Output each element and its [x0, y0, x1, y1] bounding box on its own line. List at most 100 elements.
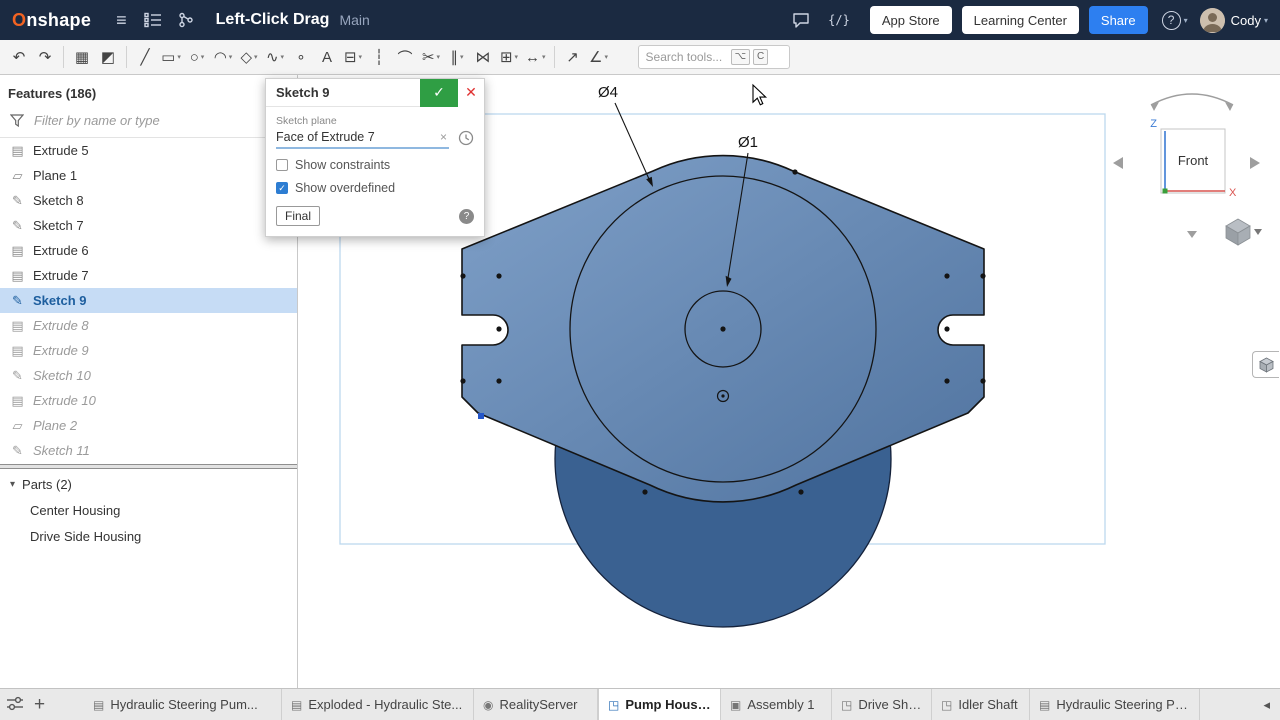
feature-item-extrude-5[interactable]: ▤Extrude 5: [0, 138, 297, 163]
parts-flyout-button[interactable]: [1252, 351, 1279, 378]
learning-center-button[interactable]: Learning Center: [962, 6, 1079, 34]
arc-tool-button[interactable]: ◠▾: [210, 44, 236, 71]
commit-button[interactable]: ✓: [420, 79, 458, 107]
feature-item-sketch-9-selected[interactable]: ✎Sketch 9: [0, 288, 297, 313]
sketch-dialog-header[interactable]: Sketch 9 ✓ ✕: [266, 79, 484, 107]
help-icon[interactable]: ?: [1162, 11, 1181, 30]
chevron-down-icon[interactable]: ▾: [437, 53, 441, 61]
sketch-plane-field[interactable]: Face of Extrude 7 ×: [276, 130, 449, 149]
selected-vertex[interactable]: [478, 413, 484, 419]
chevron-down-icon[interactable]: ▾: [604, 53, 608, 61]
user-name[interactable]: Cody: [1231, 13, 1261, 28]
view-cube[interactable]: Front Z X: [1099, 79, 1274, 249]
part-item-center-housing[interactable]: Center Housing: [0, 497, 297, 523]
clear-selection-icon[interactable]: ×: [438, 130, 449, 144]
comments-icon[interactable]: [792, 12, 810, 28]
versions-icon[interactable]: [178, 12, 194, 28]
fillet-tool-button[interactable]: ⌒: [392, 44, 418, 71]
tab-pump-housing-active[interactable]: ◳Pump Housing: [598, 689, 721, 720]
line-tool-button[interactable]: ╱: [132, 44, 158, 71]
chevron-down-icon[interactable]: ▾: [281, 53, 285, 61]
tab-scroll-left-button[interactable]: ◂: [1253, 689, 1280, 720]
trim-tool-button[interactable]: ✂▾: [418, 44, 444, 71]
feature-item-plane-2[interactable]: ▱Plane 2: [0, 413, 297, 438]
boolean-tool-button[interactable]: ◩: [95, 44, 121, 71]
rotate-view-right-icon[interactable]: [1250, 157, 1260, 169]
offset-tool-button[interactable]: ∥▾: [444, 44, 470, 71]
spline-tool-button[interactable]: ∿▾: [262, 44, 288, 71]
circle-tool-button[interactable]: ○▾: [184, 44, 210, 71]
text-tool-button[interactable]: A: [314, 44, 340, 71]
final-button[interactable]: Final: [276, 206, 320, 226]
feature-item-sketch-7[interactable]: ✎Sketch 7: [0, 213, 297, 238]
feature-item-extrude-10[interactable]: ▤Extrude 10: [0, 388, 297, 413]
feature-item-sketch-11[interactable]: ✎Sketch 11: [0, 438, 297, 463]
app-store-button[interactable]: App Store: [870, 6, 952, 34]
show-overdefined-row[interactable]: ✓ Show overdefined: [276, 181, 474, 195]
manage-tabs-icon[interactable]: [6, 696, 24, 714]
feature-item-plane-1[interactable]: ▱Plane 1: [0, 163, 297, 188]
dimension-inner-label[interactable]: Ø1: [738, 134, 758, 151]
add-tab-button[interactable]: +: [30, 695, 49, 714]
feature-item-sketch-8[interactable]: ✎Sketch 8: [0, 188, 297, 213]
workspace-name[interactable]: Main: [339, 12, 369, 28]
rotate-view-left-icon[interactable]: [1113, 157, 1123, 169]
measure-tool-button[interactable]: ↗: [560, 44, 586, 71]
feature-item-extrude-6[interactable]: ▤Extrude 6: [0, 238, 297, 263]
rectangle-tool-button[interactable]: ▭▾: [158, 44, 184, 71]
share-button[interactable]: Share: [1089, 6, 1148, 34]
chevron-down-icon[interactable]: ▾: [177, 53, 181, 61]
tab-drive-shaft[interactable]: ◳Drive Shaft: [832, 689, 932, 720]
tab-assembly-1[interactable]: ▣Assembly 1: [721, 689, 832, 720]
avatar[interactable]: [1200, 8, 1225, 33]
search-tools-box[interactable]: ⌥ C: [638, 45, 790, 69]
chevron-down-icon[interactable]: ▾: [10, 479, 15, 490]
cancel-button[interactable]: ✕: [458, 79, 484, 107]
featurescript-icon[interactable]: {/}: [828, 13, 850, 27]
slot-tool-button[interactable]: ⊟▾: [340, 44, 366, 71]
deferred-update-clock-icon[interactable]: [458, 130, 474, 149]
chevron-down-icon[interactable]: ▾: [201, 53, 205, 61]
chevron-down-icon[interactable]: ▾: [515, 53, 519, 61]
rollback-bar[interactable]: [0, 464, 297, 469]
tab-hydraulic-steering-pump-2[interactable]: ▤Hydraulic Steering Pum...: [1030, 689, 1200, 720]
pattern-tool-button[interactable]: ⊞▾: [496, 44, 522, 71]
feature-item-sketch-10[interactable]: ✎Sketch 10: [0, 363, 297, 388]
polygon-tool-button[interactable]: ◇▾: [236, 44, 262, 71]
search-tools-input[interactable]: [644, 49, 728, 65]
dialog-help-icon[interactable]: ?: [459, 209, 474, 224]
rotate-arrows-icon[interactable]: [1151, 94, 1233, 105]
onshape-logo[interactable]: Onshape: [12, 10, 91, 31]
show-constraints-row[interactable]: Show constraints: [276, 158, 474, 172]
view-menu-caret-icon[interactable]: [1254, 229, 1262, 235]
dimension-outer-diameter[interactable]: Ø4: [598, 84, 653, 187]
chevron-down-icon[interactable]: ▾: [359, 53, 363, 61]
feature-item-extrude-8[interactable]: ▤Extrude 8: [0, 313, 297, 338]
view-menu-cube-icon[interactable]: [1226, 219, 1250, 245]
chevron-down-icon[interactable]: ▾: [460, 53, 464, 61]
show-constraints-checkbox[interactable]: [276, 159, 288, 171]
view-cube-face-label[interactable]: Front: [1178, 153, 1209, 168]
main-menu-icon[interactable]: ≡: [116, 11, 127, 29]
center-point[interactable]: [720, 326, 725, 331]
feature-item-extrude-7[interactable]: ▤Extrude 7: [0, 263, 297, 288]
document-title[interactable]: Left-Click Drag: [216, 11, 330, 29]
feature-item-extrude-9[interactable]: ▤Extrude 9: [0, 338, 297, 363]
mirror-tool-button[interactable]: ⋈: [470, 44, 496, 71]
sheet-tool-button[interactable]: ▦: [69, 44, 95, 71]
filter-input[interactable]: [32, 112, 262, 129]
redo-button[interactable]: ↷: [32, 44, 58, 71]
chevron-down-icon[interactable]: ▾: [229, 53, 233, 61]
tab-hydraulic-steering-pump[interactable]: ▤Hydraulic Steering Pum...: [84, 689, 282, 720]
dimension-tool-button[interactable]: ↔▾: [522, 44, 549, 71]
tab-realityserver[interactable]: ◉RealityServer: [474, 689, 598, 720]
show-overdefined-checkbox[interactable]: ✓: [276, 182, 288, 194]
tab-exploded-hydraulic[interactable]: ▤Exploded - Hydraulic Ste...: [282, 689, 474, 720]
chevron-down-icon[interactable]: ▾: [542, 53, 546, 61]
tab-idler-shaft[interactable]: ◳Idler Shaft: [932, 689, 1030, 720]
feature-list-icon[interactable]: [144, 12, 162, 28]
undo-button[interactable]: ↶: [6, 44, 32, 71]
rotate-view-down-icon[interactable]: [1187, 231, 1197, 238]
dimension-outer-label[interactable]: Ø4: [598, 84, 618, 101]
part-item-drive-side-housing[interactable]: Drive Side Housing: [0, 523, 297, 549]
